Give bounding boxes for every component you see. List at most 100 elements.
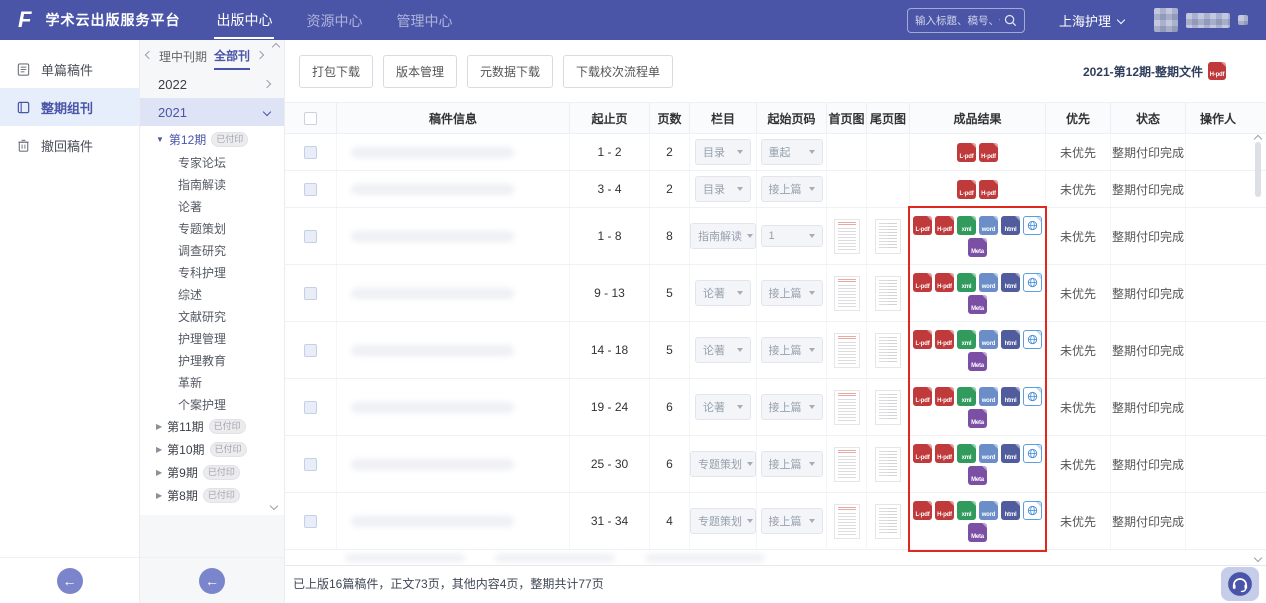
last-page-thumbnail[interactable] [875, 333, 901, 368]
meta-file-icon[interactable]: Meta [968, 295, 987, 314]
toolbar-button[interactable]: 版本管理 [383, 55, 457, 88]
section-select[interactable]: 目录 [695, 176, 751, 202]
l-pdf-file-icon[interactable]: L-pdf [913, 501, 932, 520]
xml-file-icon[interactable]: xml [957, 330, 976, 349]
word-file-icon[interactable]: word [979, 330, 998, 349]
html-file-icon[interactable]: html [1001, 444, 1020, 463]
tree-category-item[interactable]: 综述 [140, 283, 284, 305]
l-pdf-file-icon[interactable]: L-pdf [913, 216, 932, 235]
scroll-down-icon[interactable] [1254, 554, 1262, 562]
start-page-select[interactable]: 接上篇 [761, 508, 823, 534]
web-file-icon[interactable] [1023, 387, 1042, 406]
h-pdf-file-icon[interactable]: H-pdf [1208, 62, 1226, 80]
meta-file-icon[interactable]: Meta [968, 466, 987, 485]
word-file-icon[interactable]: word [979, 444, 998, 463]
tree-issue-item[interactable]: ▶ 第10期 已付印 [140, 438, 284, 461]
tree-category-item[interactable]: 专科护理 [140, 261, 284, 283]
tree-category-item[interactable]: 护理管理 [140, 327, 284, 349]
xml-file-icon[interactable]: xml [957, 216, 976, 235]
scrollbar-thumb[interactable] [1255, 142, 1261, 197]
sidebar-item-issue-compilation[interactable]: 整期组刊 [0, 88, 139, 126]
start-page-select[interactable]: 接上篇 [761, 280, 823, 306]
nav-publish-center[interactable]: 出版中心 [214, 1, 274, 39]
start-page-select[interactable]: 重起 [761, 139, 823, 165]
row-checkbox[interactable] [304, 287, 317, 300]
l-pdf-file-icon[interactable]: L-pdf [913, 330, 932, 349]
h-pdf-file-icon[interactable]: H-pdf [935, 273, 954, 292]
meta-file-icon[interactable]: Meta [968, 238, 987, 257]
start-page-select[interactable]: 接上篇 [761, 394, 823, 420]
tree-category-item[interactable]: 指南解读 [140, 173, 284, 195]
issue-file-download[interactable]: 2021-第12期-整期文件 H-pdf [1083, 62, 1226, 80]
user-account-area[interactable] [1154, 8, 1248, 32]
section-select[interactable]: 指南解读 [690, 223, 756, 249]
tree-category-item[interactable]: 革新 [140, 371, 284, 393]
tree-category-item[interactable]: 调查研究 [140, 239, 284, 261]
web-file-icon[interactable] [1023, 216, 1042, 235]
h-pdf-file-icon[interactable]: H-pdf [979, 143, 998, 162]
xml-file-icon[interactable]: xml [957, 444, 976, 463]
first-page-thumbnail[interactable] [834, 504, 860, 539]
section-select[interactable]: 论著 [695, 337, 751, 363]
section-select[interactable]: 专题策划 [690, 508, 756, 534]
h-pdf-file-icon[interactable]: H-pdf [935, 444, 954, 463]
h-pdf-file-icon[interactable]: H-pdf [979, 180, 998, 199]
nav-management-center[interactable]: 管理中心 [394, 2, 454, 38]
row-checkbox[interactable] [304, 401, 317, 414]
tree-issue-item[interactable]: ▶ 第11期 已付印 [140, 415, 284, 438]
tabs-next-icon[interactable] [256, 51, 264, 59]
row-checkbox[interactable] [304, 146, 317, 159]
last-page-thumbnail[interactable] [875, 447, 901, 482]
select-all-checkbox[interactable] [304, 112, 317, 125]
section-select[interactable]: 专题策划 [690, 451, 756, 477]
toolbar-button[interactable]: 元数据下载 [467, 55, 553, 88]
html-file-icon[interactable]: html [1001, 273, 1020, 292]
collapse-sidebar-button[interactable]: ← [57, 568, 83, 594]
first-page-thumbnail[interactable] [834, 333, 860, 368]
h-pdf-file-icon[interactable]: H-pdf [935, 330, 954, 349]
h-pdf-file-icon[interactable]: H-pdf [935, 387, 954, 406]
h-pdf-file-icon[interactable]: H-pdf [935, 501, 954, 520]
row-checkbox[interactable] [304, 230, 317, 243]
l-pdf-file-icon[interactable]: L-pdf [913, 387, 932, 406]
tree-year-2022[interactable]: 2022 [140, 70, 284, 98]
tree-issue-item[interactable]: ▶ 第8期 已付印 [140, 484, 284, 507]
web-file-icon[interactable] [1023, 501, 1042, 520]
row-checkbox[interactable] [304, 515, 317, 528]
toolbar-button[interactable]: 下载校次流程单 [563, 55, 673, 88]
first-page-thumbnail[interactable] [834, 219, 860, 254]
l-pdf-file-icon[interactable]: L-pdf [957, 180, 976, 199]
xml-file-icon[interactable]: xml [957, 387, 976, 406]
tab-processing-issues[interactable]: 理中刊期 [159, 42, 207, 69]
row-checkbox[interactable] [304, 458, 317, 471]
tree-category-item[interactable]: 专题策划 [140, 217, 284, 239]
web-file-icon[interactable] [1023, 273, 1042, 292]
tree-issue-item[interactable]: ▶ 第9期 已付印 [140, 461, 284, 484]
tab-all-journals[interactable]: 全部刊 [214, 41, 250, 70]
first-page-thumbnail[interactable] [834, 390, 860, 425]
word-file-icon[interactable]: word [979, 216, 998, 235]
last-page-thumbnail[interactable] [875, 504, 901, 539]
last-page-thumbnail[interactable] [875, 219, 901, 254]
sidebar-item-single-manuscripts[interactable]: 单篇稿件 [0, 50, 139, 88]
first-page-thumbnail[interactable] [834, 447, 860, 482]
meta-file-icon[interactable]: Meta [968, 409, 987, 428]
toolbar-button[interactable]: 打包下载 [299, 55, 373, 88]
row-checkbox[interactable] [304, 344, 317, 357]
collapse-tree-button[interactable]: ← [199, 568, 225, 594]
xml-file-icon[interactable]: xml [957, 273, 976, 292]
meta-file-icon[interactable]: Meta [968, 352, 987, 371]
html-file-icon[interactable]: html [1001, 501, 1020, 520]
tree-category-item[interactable]: 论著 [140, 195, 284, 217]
meta-file-icon[interactable]: Meta [968, 523, 987, 542]
html-file-icon[interactable]: html [1001, 216, 1020, 235]
word-file-icon[interactable]: word [979, 387, 998, 406]
html-file-icon[interactable]: html [1001, 387, 1020, 406]
tree-year-2021[interactable]: 2021 [140, 98, 284, 126]
nav-resource-center[interactable]: 资源中心 [304, 2, 364, 38]
sidebar-item-withdrawn-manuscripts[interactable]: 撤回稿件 [0, 126, 139, 164]
web-file-icon[interactable] [1023, 330, 1042, 349]
last-page-thumbnail[interactable] [875, 276, 901, 311]
xml-file-icon[interactable]: xml [957, 501, 976, 520]
l-pdf-file-icon[interactable]: L-pdf [913, 444, 932, 463]
